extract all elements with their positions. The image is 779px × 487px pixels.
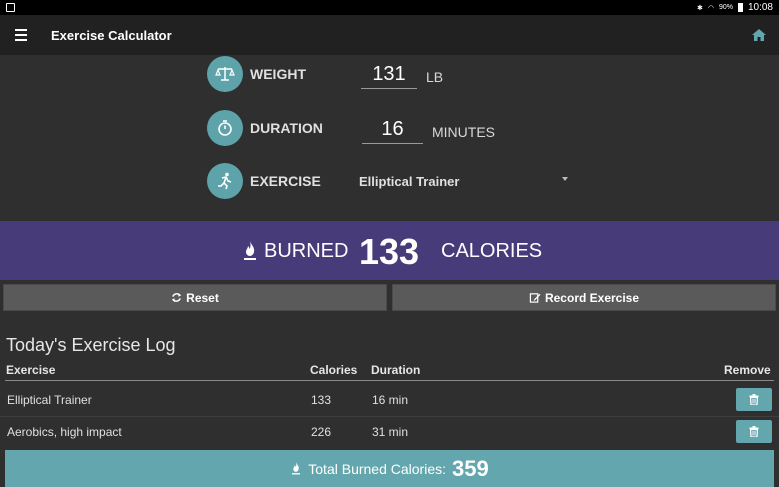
exercise-row: EXERCISE	[207, 163, 321, 199]
row-exercise: Aerobics, high impact	[7, 425, 122, 439]
column-header-remove: Remove	[724, 363, 771, 377]
home-icon[interactable]	[751, 27, 767, 43]
row-calories: 226	[311, 425, 332, 439]
trash-icon	[749, 394, 759, 405]
duration-unit: MINUTES	[432, 124, 495, 140]
menu-icon[interactable]	[15, 15, 43, 55]
reset-label: Reset	[186, 290, 219, 305]
edit-icon	[529, 293, 541, 303]
weight-row: WEIGHT	[207, 56, 306, 92]
column-header-exercise: Exercise	[6, 363, 56, 377]
total-burned-band: Total Burned Calories: 359	[5, 450, 774, 487]
row-exercise: Elliptical Trainer	[7, 393, 92, 407]
clock: 10:08	[747, 2, 773, 13]
record-label: Record Exercise	[544, 290, 640, 305]
notification-icon	[6, 3, 15, 12]
remove-row-button[interactable]	[736, 420, 772, 443]
burned-prefix: BURNED	[264, 240, 349, 262]
weight-label: WEIGHT	[250, 66, 306, 82]
scale-icon	[207, 56, 243, 92]
app-bar: Exercise Calculator	[0, 15, 779, 55]
total-value: 359	[452, 455, 489, 481]
exercise-label: EXERCISE	[250, 173, 321, 189]
table-row: Elliptical Trainer 133 16 min	[0, 385, 779, 415]
exercise-select[interactable]: Elliptical Trainer	[359, 174, 459, 189]
dropdown-arrow-icon[interactable]	[562, 177, 568, 181]
weight-unit: LB	[426, 69, 444, 85]
record-exercise-button[interactable]: Record Exercise	[392, 284, 776, 311]
trash-icon	[749, 426, 759, 437]
wifi-icon: ◠	[707, 4, 714, 12]
flame-icon	[244, 241, 256, 260]
column-header-calories: Calories	[310, 363, 358, 377]
status-bar: ✱ ◠ 90% 10:08	[0, 0, 779, 15]
duration-row: DURATION	[207, 110, 323, 146]
running-icon	[207, 163, 243, 199]
battery-percent: 90%	[718, 4, 733, 11]
reset-button[interactable]: Reset	[3, 284, 387, 311]
battery-icon	[737, 3, 743, 12]
app-title: Exercise Calculator	[51, 27, 172, 43]
row-duration: 31 min	[372, 425, 409, 439]
total-label: Total Burned Calories:	[308, 460, 447, 477]
table-row: Aerobics, high impact 226 31 min	[0, 416, 779, 446]
duration-input[interactable]: 16	[362, 117, 423, 144]
log-title: Today's Exercise Log	[6, 335, 176, 355]
remove-row-button[interactable]	[736, 388, 772, 411]
row-calories: 133	[311, 393, 332, 407]
duration-label: DURATION	[250, 120, 323, 136]
flame-icon	[292, 461, 301, 475]
burned-value: 133	[359, 231, 420, 272]
header-divider	[5, 380, 774, 381]
row-duration: 16 min	[372, 393, 409, 407]
column-header-duration: Duration	[371, 363, 421, 377]
burned-suffix: CALORIES	[441, 240, 543, 262]
refresh-icon	[172, 292, 182, 303]
bluetooth-icon: ✱	[696, 4, 703, 12]
stopwatch-icon	[207, 110, 243, 146]
weight-input[interactable]: 131	[361, 62, 417, 89]
